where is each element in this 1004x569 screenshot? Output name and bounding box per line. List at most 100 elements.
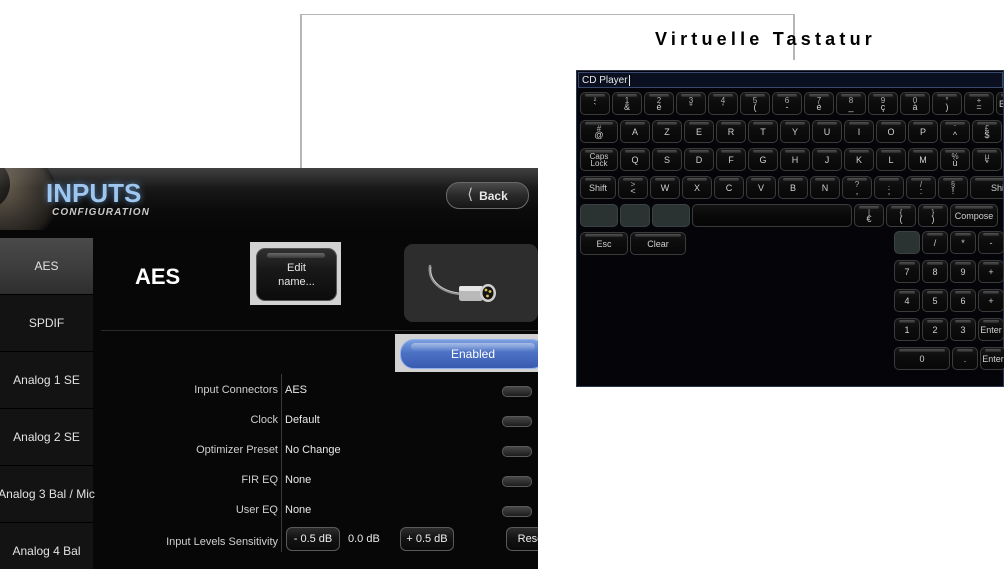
key-shift[interactable]: Shift [580, 176, 616, 199]
numpad-key-0[interactable]: 0 [894, 347, 950, 370]
numpad-key-3[interactable]: 3 [950, 318, 976, 341]
key-g[interactable]: G [748, 148, 778, 171]
edit-name-button[interactable]: Edit name... [256, 248, 337, 301]
sensitivity-reset-button[interactable]: Reset [506, 527, 538, 551]
numpad-key--[interactable]: + [978, 289, 1004, 312]
row-chevron-icon[interactable] [502, 416, 532, 427]
sidebar-item-analog-1-se[interactable]: Analog 1 SE [0, 352, 93, 409]
key-p[interactable]: P [908, 120, 938, 143]
sidebar-item-spdif[interactable]: SPDIF [0, 295, 93, 352]
key-w[interactable]: W [650, 176, 680, 199]
key-esc[interactable]: Esc [580, 232, 628, 255]
key-y[interactable]: Y [780, 120, 810, 143]
key-char[interactable]: 2é [644, 92, 674, 115]
numpad-key--[interactable]: / [922, 231, 948, 254]
key-n[interactable]: N [810, 176, 840, 199]
key-b[interactable]: B [778, 176, 808, 199]
sidebar-item-aes[interactable]: AES [0, 238, 93, 295]
key-char[interactable]: µ * [972, 148, 1002, 171]
key-char[interactable]: > < [618, 176, 648, 199]
setting-row[interactable]: FIR EQ None [93, 466, 538, 496]
key-char[interactable]: 6- [772, 92, 802, 115]
key-blank[interactable] [620, 204, 650, 227]
numpad-key-enter[interactable]: Enter [980, 347, 1004, 370]
numpad-key-8[interactable]: 8 [922, 260, 948, 283]
key-s[interactable]: S [652, 148, 682, 171]
key-f[interactable]: F [716, 148, 746, 171]
key-clear[interactable]: Clear [630, 232, 686, 255]
key-char[interactable]: 0à [900, 92, 930, 115]
key-char[interactable]: | € [854, 204, 884, 227]
row-chevron-icon[interactable] [502, 506, 532, 517]
numpad-key-9[interactable]: 9 [950, 260, 976, 283]
key-char[interactable]: ?, [842, 176, 872, 199]
numpad-key--[interactable]: . [952, 347, 978, 370]
key-z[interactable]: Z [652, 120, 682, 143]
key-l[interactable]: L [876, 148, 906, 171]
key-char[interactable]: % ù [940, 148, 970, 171]
key-char[interactable]: 5( [740, 92, 770, 115]
key-shift[interactable]: Shift [970, 176, 1003, 199]
key-a[interactable]: A [620, 120, 650, 143]
key-backspace[interactable]: Backspace [996, 92, 1003, 115]
setting-row[interactable]: Clock Default [93, 406, 538, 436]
key-o[interactable]: O [876, 120, 906, 143]
key-char[interactable]: 8 _ [836, 92, 866, 115]
row-chevron-icon[interactable] [502, 476, 532, 487]
key-char[interactable]: .; [874, 176, 904, 199]
numpad-key--[interactable]: + [978, 260, 1004, 283]
setting-row[interactable]: Input Connectors AES [93, 376, 538, 406]
key-char[interactable]: }) [918, 204, 948, 227]
back-button[interactable]: ⟨ Back [446, 182, 529, 209]
key-char[interactable]: + = [964, 92, 994, 115]
key-t[interactable]: T [748, 120, 778, 143]
key-char[interactable]: £ $ [972, 120, 1002, 143]
numpad-key--[interactable]: * [950, 231, 976, 254]
key-char[interactable]: ¨ ^ [940, 120, 970, 143]
key-h[interactable]: H [780, 148, 810, 171]
key-char[interactable]: §! [938, 176, 968, 199]
key-char[interactable]: 3 " [676, 92, 706, 115]
enabled-toggle-button[interactable]: Enabled [400, 339, 538, 369]
row-chevron-icon[interactable] [502, 386, 532, 397]
key-char[interactable]: ² ` [580, 92, 610, 115]
numpad-key-enter[interactable]: Enter [978, 318, 1004, 341]
setting-row[interactable]: User EQ None [93, 496, 538, 526]
key-char[interactable]: 4 ' [708, 92, 738, 115]
key-blank[interactable] [580, 204, 618, 227]
numpad-key-blank[interactable] [894, 231, 920, 254]
numpad-key--[interactable]: - [978, 231, 1004, 254]
numpad-key-2[interactable]: 2 [922, 318, 948, 341]
sidebar-item-analog-2-se[interactable]: Analog 2 SE [0, 409, 93, 466]
key-q[interactable]: Q [620, 148, 650, 171]
key-char[interactable]: /: [906, 176, 936, 199]
key-r[interactable]: R [716, 120, 746, 143]
key-blank[interactable] [652, 204, 690, 227]
key-x[interactable]: X [682, 176, 712, 199]
key-c[interactable]: C [714, 176, 744, 199]
sidebar-item-analog-3-bal-mic[interactable]: Analog 3 Bal / Mic [0, 466, 95, 523]
key-i[interactable]: I [844, 120, 874, 143]
key-u[interactable]: U [812, 120, 842, 143]
sidebar-item-analog-4-bal[interactable]: Analog 4 Bal [0, 523, 93, 569]
key-v[interactable]: V [746, 176, 776, 199]
numpad-key-7[interactable]: 7 [894, 260, 920, 283]
key-d[interactable]: D [684, 148, 714, 171]
key-char[interactable]: °) [932, 92, 962, 115]
key-m[interactable]: M [908, 148, 938, 171]
row-chevron-icon[interactable] [502, 446, 532, 457]
key-char[interactable]: {( [886, 204, 916, 227]
numpad-key-1[interactable]: 1 [894, 318, 920, 341]
key-char[interactable]: # @ [580, 120, 618, 143]
key-compose[interactable]: Compose [950, 204, 998, 227]
key-caps-lock[interactable]: Caps Lock [580, 148, 618, 171]
key-k[interactable]: K [844, 148, 874, 171]
numpad-key-5[interactable]: 5 [922, 289, 948, 312]
key-e[interactable]: E [684, 120, 714, 143]
numpad-key-6[interactable]: 6 [950, 289, 976, 312]
key-space[interactable] [692, 204, 852, 227]
key-char[interactable]: 1 & [612, 92, 642, 115]
keyboard-text-input[interactable]: CD Player [578, 72, 1003, 88]
numpad-key-4[interactable]: 4 [894, 289, 920, 312]
key-char[interactable]: 7è [804, 92, 834, 115]
